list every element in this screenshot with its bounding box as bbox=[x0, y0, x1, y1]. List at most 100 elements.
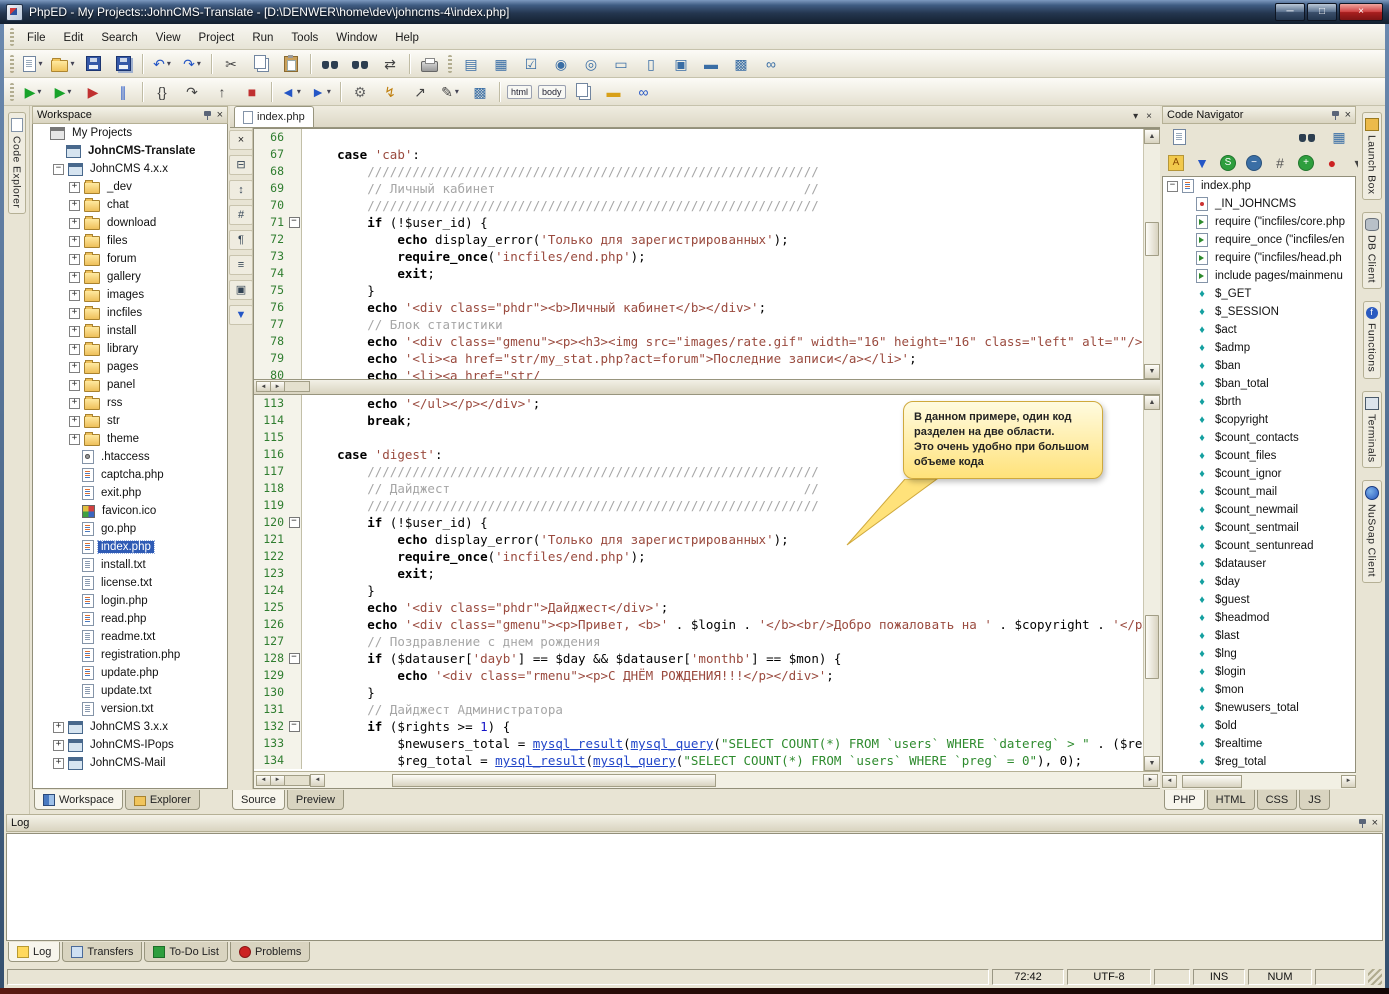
code-text[interactable]: // Поздравление с днем рождения bbox=[302, 633, 1143, 650]
code-text[interactable]: $reg_total = mysql_result(mysql_query("S… bbox=[302, 752, 1143, 769]
tree-item-pages[interactable]: +pages bbox=[33, 358, 227, 376]
scroll-right-icon[interactable]: ► bbox=[1143, 774, 1158, 787]
dock-tab-functions[interactable]: fFunctions bbox=[1363, 301, 1381, 378]
show-line-numbers-button[interactable]: # bbox=[1269, 153, 1291, 173]
code-text[interactable]: echo '<div class="gmenu"><p><h3><img src… bbox=[302, 333, 1143, 350]
tree-item-update-txt[interactable]: update.txt bbox=[33, 682, 227, 700]
expand-toggle[interactable]: + bbox=[53, 758, 64, 769]
code-text[interactable]: $newusers_total = mysql_result(mysql_que… bbox=[302, 735, 1143, 752]
scroll-thumb[interactable] bbox=[392, 774, 716, 787]
code-text[interactable]: if (!$user_id) { bbox=[302, 514, 1143, 531]
stop-button[interactable]: ■ bbox=[238, 80, 266, 104]
expand-all-button[interactable]: + bbox=[1295, 153, 1317, 173]
run-debugger-button[interactable]: ▶▾ bbox=[49, 80, 77, 104]
new-file-button[interactable]: ▾ bbox=[19, 52, 47, 76]
tree-item-admp[interactable]: ♦$admp bbox=[1163, 339, 1355, 357]
menu-run[interactable]: Run bbox=[243, 28, 282, 48]
save-button[interactable] bbox=[79, 52, 107, 76]
expand-toggle[interactable]: + bbox=[53, 722, 64, 733]
tree-item-johncms-3-x-x[interactable]: +JohnCMS 3.x.x bbox=[33, 718, 227, 736]
lang-tab-js[interactable]: JS bbox=[1299, 790, 1330, 810]
code-text[interactable]: } bbox=[302, 684, 1143, 701]
horizontal-scrollbar[interactable]: ◄ ► ◄ ► bbox=[254, 771, 1160, 788]
tree-item-images[interactable]: +images bbox=[33, 286, 227, 304]
expand-toggle[interactable]: + bbox=[69, 380, 80, 391]
splitter-mini-scroll[interactable]: ◄ ► bbox=[256, 381, 310, 392]
log-tab-transfers[interactable]: Transfers bbox=[62, 942, 142, 962]
tree-item-library[interactable]: +library bbox=[33, 340, 227, 358]
open-file-button[interactable]: ▾ bbox=[49, 52, 77, 76]
split-editor-button[interactable]: ⊟ bbox=[229, 155, 253, 175]
lang-tab-php[interactable]: PHP bbox=[1164, 790, 1205, 810]
scroll-track[interactable] bbox=[1144, 144, 1160, 364]
insert-textarea-button[interactable]: ▣ bbox=[667, 52, 695, 76]
tree-item-mon[interactable]: ♦$mon bbox=[1163, 681, 1355, 699]
menu-help[interactable]: Help bbox=[386, 28, 428, 48]
close-panel-icon[interactable]: × bbox=[1372, 818, 1378, 829]
insert-option-button[interactable]: ◎ bbox=[577, 52, 605, 76]
tree-item-act[interactable]: ♦$act bbox=[1163, 321, 1355, 339]
expand-toggle[interactable]: + bbox=[69, 254, 80, 265]
live-update-button[interactable]: ● bbox=[1321, 153, 1343, 173]
scroll-thumb[interactable] bbox=[1182, 775, 1242, 788]
insert-link-button[interactable]: ∞ bbox=[757, 52, 785, 76]
collapse-all-button[interactable]: − bbox=[1243, 153, 1265, 173]
code-text[interactable]: echo '<div class="phdr">Дайджест</div>'; bbox=[302, 599, 1143, 616]
tree-item-session[interactable]: ♦$_SESSION bbox=[1163, 303, 1355, 321]
step-over-button[interactable]: ↷ bbox=[178, 80, 206, 104]
tree-item-datauser[interactable]: ♦$datauser bbox=[1163, 555, 1355, 573]
insert-doc-button[interactable]: ▤ bbox=[457, 52, 485, 76]
tree-item-headmod[interactable]: ♦$headmod bbox=[1163, 609, 1355, 627]
tree-item-license-txt[interactable]: license.txt bbox=[33, 574, 227, 592]
close-panel-icon[interactable]: × bbox=[1345, 110, 1351, 121]
show-paragraphs-button[interactable]: ¶ bbox=[229, 230, 253, 250]
tree-item-install-txt[interactable]: install.txt bbox=[33, 556, 227, 574]
insert-picture-button[interactable]: ▩ bbox=[466, 80, 494, 104]
tree-item-login-php[interactable]: login.php bbox=[33, 592, 227, 610]
maximize-button[interactable]: □ bbox=[1307, 3, 1337, 21]
tree-item-readme-txt[interactable]: readme.txt bbox=[33, 628, 227, 646]
scroll-track[interactable] bbox=[326, 774, 1142, 787]
scroll-track[interactable] bbox=[1144, 410, 1160, 756]
scroll-up-icon[interactable]: ▲ bbox=[1144, 395, 1160, 410]
code-text[interactable]: echo display_error('Только для зарегистр… bbox=[302, 531, 1143, 548]
lang-tab-html[interactable]: HTML bbox=[1207, 790, 1255, 810]
tree-item-johncms-mail[interactable]: +JohnCMS-Mail bbox=[33, 754, 227, 772]
tree-item-registration-php[interactable]: registration.php bbox=[33, 646, 227, 664]
expand-toggle[interactable]: + bbox=[69, 398, 80, 409]
code-text[interactable]: // Блок статистики bbox=[302, 316, 1143, 333]
editor-pane-top[interactable]: 6667 case 'cab':68 /////////////////////… bbox=[254, 129, 1160, 379]
code-text[interactable]: require_once('incfiles/end.php'); bbox=[302, 248, 1143, 265]
filter-button[interactable]: ▼ bbox=[1191, 153, 1213, 173]
line-numbers-button[interactable]: ≡ bbox=[229, 255, 253, 275]
tree-item-guest[interactable]: ♦$guest bbox=[1163, 591, 1355, 609]
tree-item-copyright[interactable]: ♦$copyright bbox=[1163, 411, 1355, 429]
expand-toggle[interactable]: + bbox=[69, 218, 80, 229]
scroll-down-icon[interactable]: ▼ bbox=[1144, 364, 1160, 379]
tree-item-favicon-ico[interactable]: favicon.ico bbox=[33, 502, 227, 520]
nav-file-button[interactable] bbox=[1165, 125, 1193, 149]
close-panel-icon[interactable]: × bbox=[217, 110, 223, 121]
vertical-scrollbar-top[interactable]: ▲ ▼ bbox=[1143, 129, 1160, 379]
code-text[interactable]: echo '<li><a href="str/my_stat.php?act=f… bbox=[302, 350, 1143, 367]
syntax-drop-button[interactable]: ▼ bbox=[229, 305, 253, 325]
minimize-button[interactable]: ─ bbox=[1275, 3, 1305, 21]
insert-checkbox-button[interactable]: ☑ bbox=[517, 52, 545, 76]
tree-item-str[interactable]: +str bbox=[33, 412, 227, 430]
mini-right-icon[interactable]: ► bbox=[271, 382, 285, 391]
forward-button[interactable]: ►▾ bbox=[307, 80, 335, 104]
dock-tab-terminals[interactable]: Terminals bbox=[1362, 391, 1382, 469]
navigator-horizontal-scrollbar[interactable]: ◄ ► bbox=[1162, 773, 1356, 789]
tree-item-download[interactable]: +download bbox=[33, 214, 227, 232]
tree-item-johncms-translate[interactable]: JohnCMS-Translate bbox=[33, 142, 227, 160]
fold-toggle[interactable]: − bbox=[289, 517, 300, 528]
copy-button[interactable] bbox=[247, 52, 275, 76]
sort-alpha-button[interactable]: A bbox=[1165, 153, 1187, 173]
log-tab-to-do-list[interactable]: To-Do List bbox=[144, 942, 228, 962]
expand-toggle[interactable]: + bbox=[69, 344, 80, 355]
tree-item-count-mail[interactable]: ♦$count_mail bbox=[1163, 483, 1355, 501]
lang-tab-css[interactable]: CSS bbox=[1257, 790, 1298, 810]
tree-item-exit-php[interactable]: exit.php bbox=[33, 484, 227, 502]
editor-splitter[interactable]: ◄ ► bbox=[254, 379, 1160, 395]
log-tab-problems[interactable]: Problems bbox=[230, 942, 310, 962]
